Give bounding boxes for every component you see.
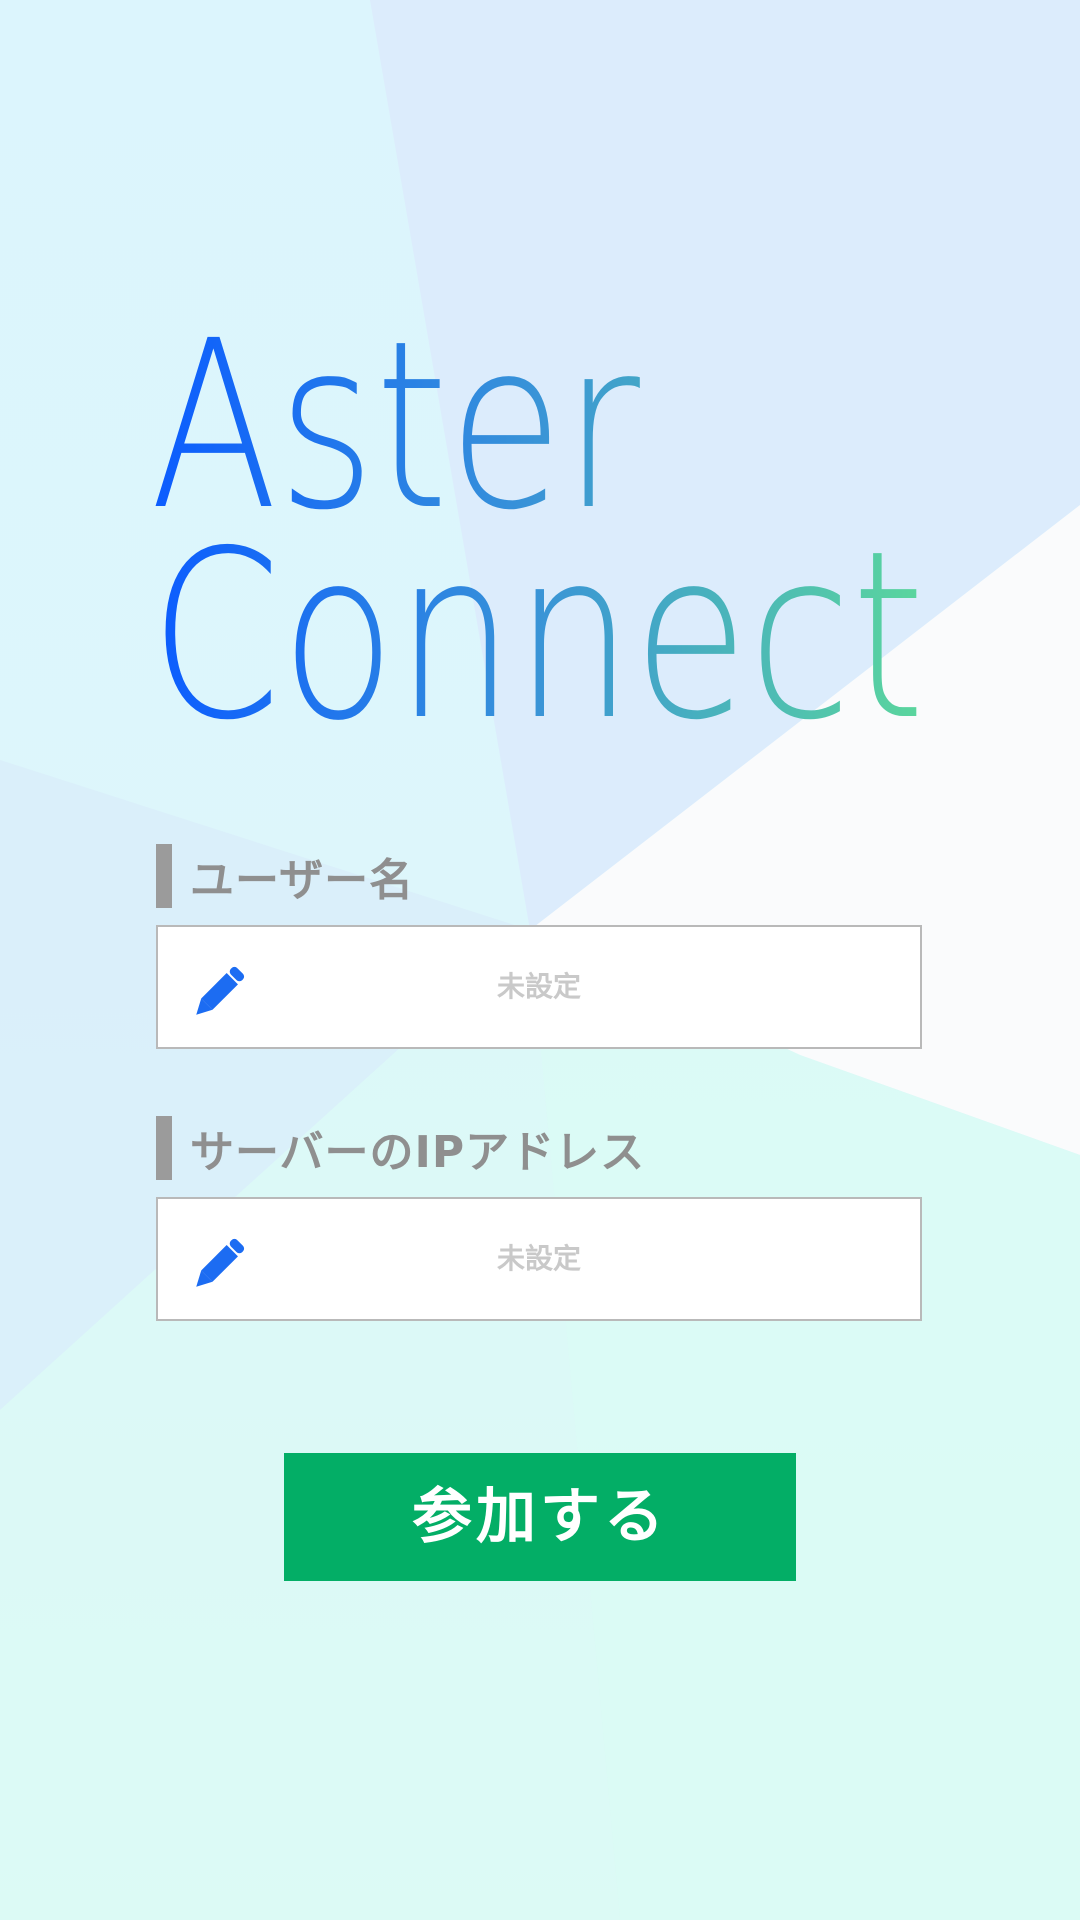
app-title-line2: Connect [150, 501, 925, 728]
server-ip-label: サーバーのIPアドレス [156, 1116, 645, 1180]
server-ip-label-text: サーバーのIPアドレス [190, 1127, 646, 1178]
username-label-text: ユーザー名 [190, 855, 415, 906]
label-marker [156, 844, 172, 908]
username-label: ユーザー名 [156, 844, 414, 908]
server-ip-input[interactable]: 未設定 [156, 1197, 922, 1321]
server-ip-placeholder: 未設定 [496, 1242, 581, 1275]
app-logo: Aster Connect [150, 318, 925, 728]
username-input[interactable]: 未設定 [156, 925, 922, 1049]
label-marker [156, 1116, 172, 1180]
username-placeholder: 未設定 [496, 970, 581, 1003]
join-button[interactable]: 参加する [284, 1453, 796, 1581]
